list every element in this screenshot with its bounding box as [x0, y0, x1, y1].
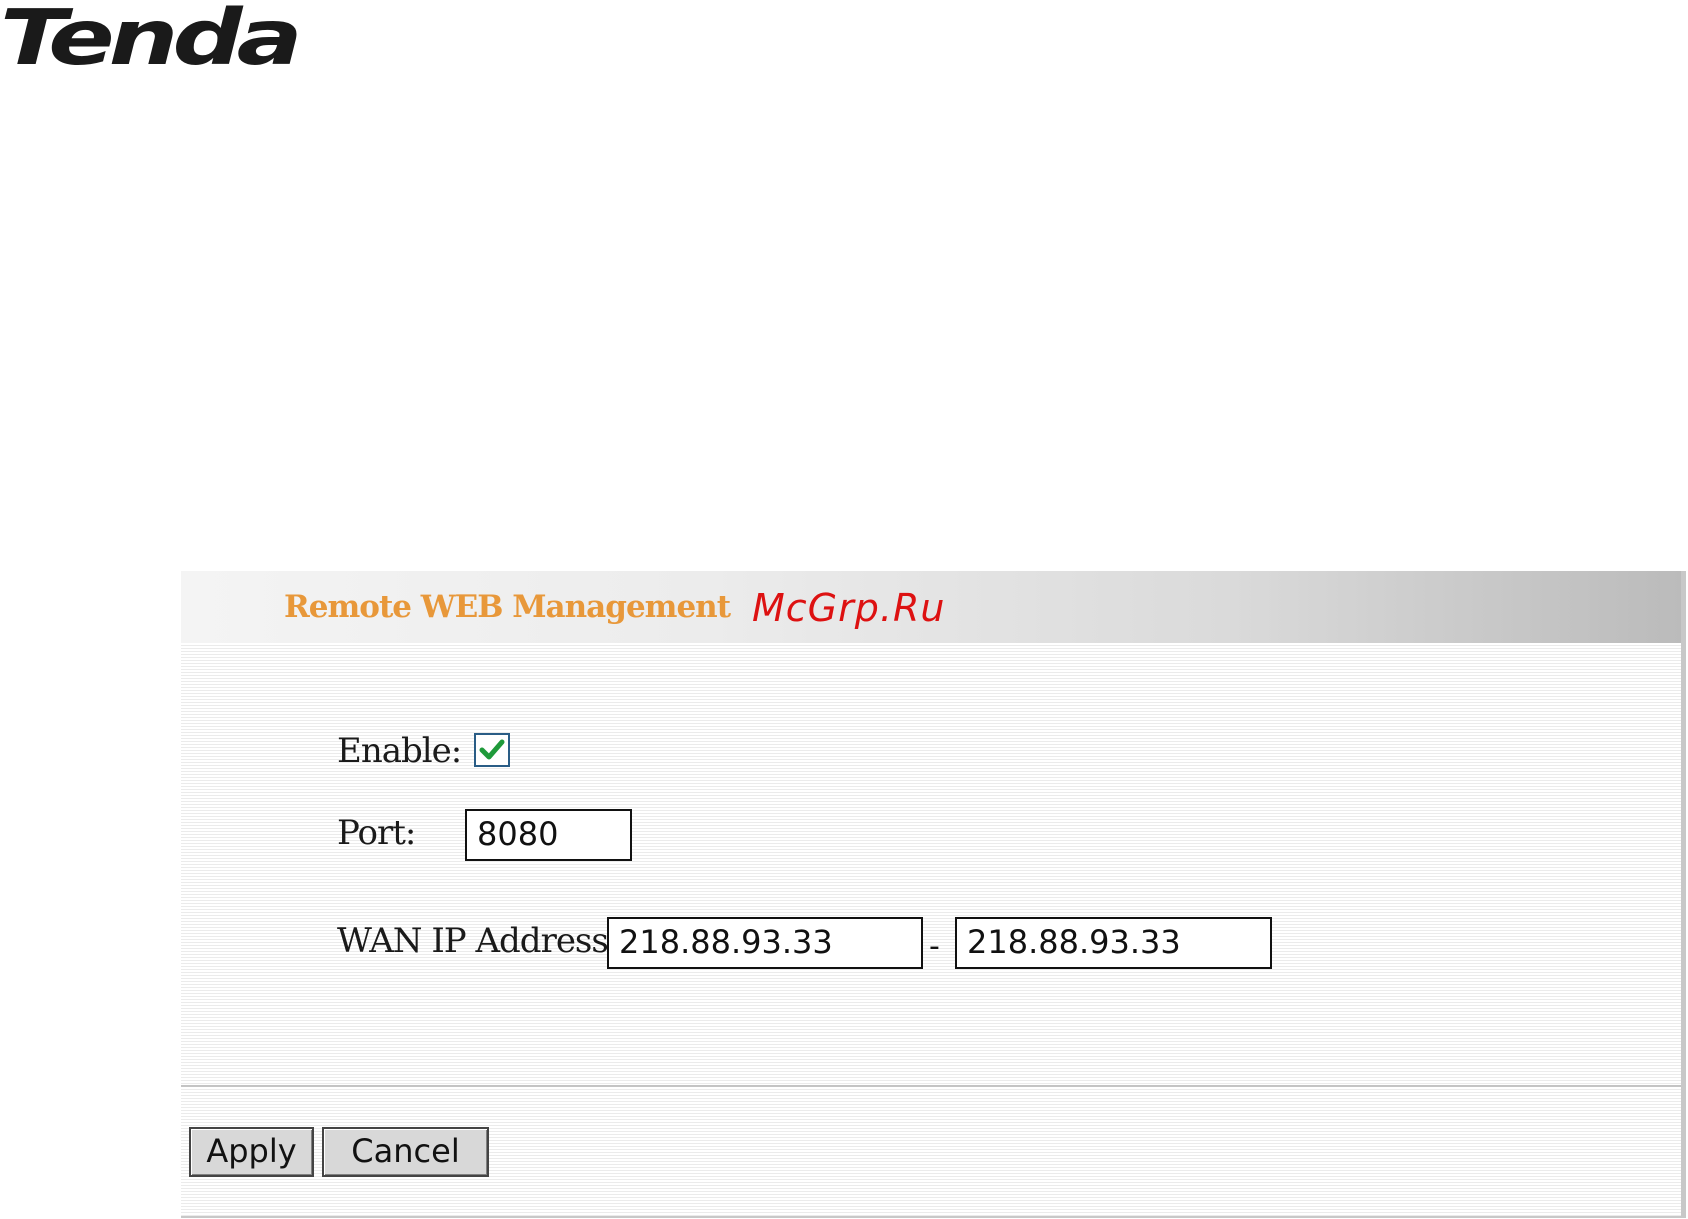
cancel-button[interactable]: Cancel	[322, 1127, 489, 1177]
enable-checkbox[interactable]	[474, 733, 510, 767]
panel-header: Remote WEB Management McGrp.Ru	[181, 571, 1681, 643]
remote-web-management-panel: Remote WEB Management McGrp.Ru Enable: P…	[181, 571, 1686, 1218]
divider	[181, 1085, 1681, 1087]
apply-button[interactable]: Apply	[189, 1127, 314, 1177]
registered-mark: ®	[301, 0, 313, 1]
wan-ip-end-input[interactable]: 218.88.93.33	[955, 917, 1272, 969]
port-input[interactable]: 8080	[465, 809, 632, 861]
wan-ip-start-input[interactable]: 218.88.93.33	[607, 917, 923, 969]
wan-ip-label: WAN IP Address:	[337, 921, 619, 961]
enable-label: Enable:	[337, 731, 462, 771]
watermark: McGrp.Ru	[752, 586, 946, 630]
page-title: Remote WEB Management	[284, 589, 731, 625]
tenda-logo: Tenda®	[0, 0, 313, 76]
port-label: Port:	[337, 813, 416, 853]
logo-text: Tenda	[0, 0, 303, 83]
checkmark-icon	[479, 739, 505, 760]
ip-range-separator: -	[929, 929, 940, 964]
